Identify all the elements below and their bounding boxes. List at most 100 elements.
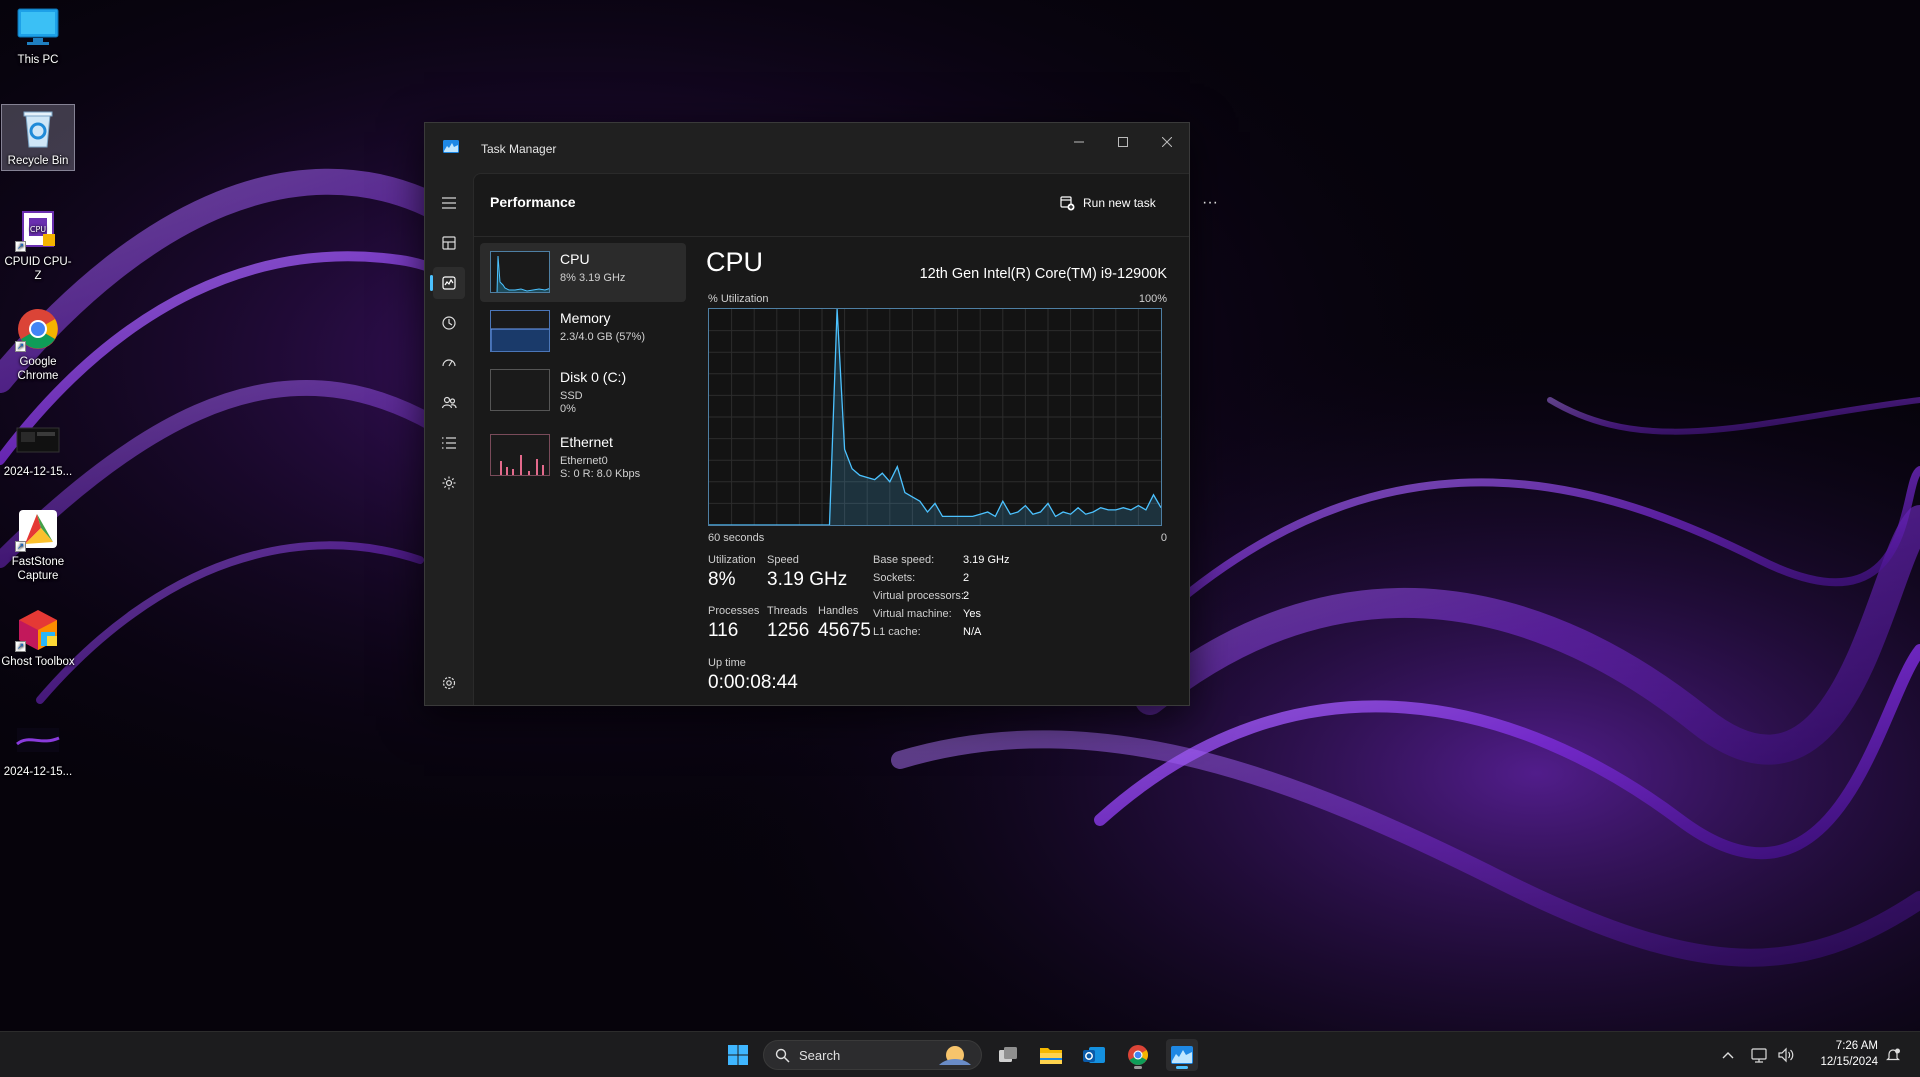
network-status-button[interactable] — [1748, 1039, 1772, 1071]
system-clock[interactable]: 7:26 AM 12/15/2024 — [1820, 1038, 1878, 1070]
desktop-icon-label: Ghost Toolbox — [1, 656, 75, 668]
task-view-button[interactable] — [992, 1039, 1024, 1071]
list-icon — [442, 437, 456, 449]
shortcut-arrow-icon: ↗ — [15, 341, 26, 352]
memory-thumbnail-graph — [490, 310, 550, 352]
chrome-icon — [1128, 1045, 1148, 1065]
task-view-icon — [999, 1047, 1017, 1062]
nav-details[interactable] — [433, 427, 465, 459]
navigation-rail — [425, 173, 473, 705]
start-button[interactable] — [722, 1039, 754, 1071]
spec-value: Yes — [963, 608, 981, 620]
nav-app-history[interactable] — [433, 307, 465, 339]
nav-performance[interactable] — [430, 267, 465, 299]
handles-label: Handles — [818, 605, 859, 617]
utilization-axis-label: % Utilization — [708, 293, 769, 305]
perf-item-name: Disk 0 (C:) — [560, 369, 627, 385]
desktop-icon-recycle-bin[interactable]: Recycle Bin — [1, 104, 75, 171]
cpu-model-name: 12th Gen Intel(R) Core(TM) i9-12900K — [919, 266, 1167, 282]
desktop-icon-screenshot-file[interactable]: 2024-12-15... — [1, 416, 75, 479]
utilization-label: Utilization — [708, 554, 756, 566]
desktop-icon-label: This PC — [17, 54, 59, 66]
window-title: Task Manager — [481, 142, 557, 156]
ghost-toolbox-icon: ↗ — [15, 606, 61, 652]
shortcut-arrow-icon: ↗ — [15, 241, 26, 252]
chrome-taskbar-button[interactable] — [1122, 1039, 1154, 1071]
spec-key: L1 cache: — [873, 626, 921, 638]
faststone-capture-icon: ↗ — [15, 506, 61, 552]
cpu-thumbnail-graph — [490, 251, 550, 293]
menu-toggle-button[interactable] — [433, 187, 465, 219]
desktop-icon-wallpaper-file[interactable]: 2024-12-15... — [1, 716, 75, 779]
perf-item-cpu[interactable]: CPU 8% 3.19 GHz — [480, 243, 686, 302]
nav-users[interactable] — [433, 387, 465, 419]
close-button[interactable] — [1145, 129, 1189, 155]
desktop-icon-label: Google Chrome — [17, 356, 59, 382]
time-window-label: 60 seconds — [708, 532, 765, 544]
desktop-icon-label: 2024-12-15... — [3, 766, 73, 778]
perf-item-ethernet[interactable]: Ethernet Ethernet0 S: 0 R: 8.0 Kbps — [480, 426, 686, 485]
image-thumbnail-icon — [15, 416, 61, 462]
minimize-button[interactable] — [1057, 129, 1101, 155]
desktop-icon-ghost-toolbox[interactable]: ↗ Ghost Toolbox — [1, 606, 75, 669]
run-task-icon — [1060, 195, 1075, 210]
time-now-label: 0 — [1160, 532, 1167, 544]
perf-item-memory[interactable]: Memory 2.3/4.0 GB (57%) — [480, 302, 686, 361]
more-options-icon: ··· — [1202, 194, 1218, 211]
maximize-button[interactable] — [1101, 129, 1145, 155]
nav-services[interactable] — [433, 467, 465, 499]
minimize-icon — [1074, 141, 1084, 143]
running-indicator — [1134, 1066, 1142, 1069]
speedometer-icon — [442, 359, 456, 367]
services-gear-icon — [442, 476, 456, 490]
desktop-icon-faststone-capture[interactable]: ↗ FastStone Capture — [1, 506, 75, 583]
handles-value: 45675 — [818, 620, 871, 641]
content-area: Performance Run new task ··· CPU 8% 3.19… — [473, 173, 1218, 705]
nav-processes[interactable] — [433, 227, 465, 259]
task-manager-taskbar-button[interactable] — [1166, 1039, 1198, 1071]
spec-value: N/A — [963, 626, 982, 638]
notifications-button[interactable] — [1878, 1039, 1908, 1071]
taskbar-search-box[interactable]: Search — [763, 1040, 982, 1070]
ethernet-thumbnail-graph — [490, 434, 550, 476]
perf-item-detail: SSD — [560, 390, 583, 402]
processes-icon — [442, 236, 456, 250]
notification-bell-icon — [1886, 1048, 1900, 1061]
desktop-icon-label: CPUID CPU-Z — [4, 256, 72, 282]
spec-value: 2 — [963, 572, 970, 584]
nav-startup-apps[interactable] — [433, 347, 465, 379]
task-manager-icon — [443, 140, 459, 153]
settings-gear-icon — [442, 676, 456, 690]
active-indicator — [1176, 1066, 1188, 1069]
desktop-icon-label: 2024-12-15... — [3, 466, 73, 478]
run-new-task-button[interactable]: Run new task — [1054, 188, 1162, 218]
svg-text:CPU: CPU — [30, 225, 46, 234]
perf-item-usage: 0% — [560, 403, 576, 415]
perf-item-disk[interactable]: Disk 0 (C:) SSD 0% — [480, 361, 686, 420]
perf-item-detail: 2.3/4.0 GB (57%) — [560, 331, 645, 343]
spec-key: Base speed: — [873, 554, 935, 566]
desktop-icon-this-pc[interactable]: This PC — [1, 4, 75, 67]
file-explorer-button[interactable] — [1035, 1039, 1067, 1071]
desktop-icon-google-chrome[interactable]: ↗ Google Chrome — [1, 306, 75, 383]
spec-value: 2 — [963, 590, 970, 602]
title-bar[interactable]: Task Manager — [425, 123, 1189, 173]
spec-value: 3.19 GHz — [963, 554, 1010, 566]
clock-time: 7:26 AM — [1835, 1040, 1878, 1052]
outlook-icon — [1083, 1047, 1105, 1063]
history-icon — [442, 316, 456, 330]
volume-button[interactable] — [1774, 1039, 1798, 1071]
perf-item-detail: Ethernet0 — [560, 455, 608, 467]
cpu-z-icon: CPU ↗ — [15, 206, 61, 252]
desktop-icon-label: Recycle Bin — [7, 155, 69, 167]
desktop-icon-cpuid-cpu-z[interactable]: CPU ↗ CPUID CPU-Z — [1, 206, 75, 283]
nav-settings[interactable] — [433, 667, 465, 699]
taskbar: Search 7:26 AM 12/15/2024 — [0, 1031, 1920, 1077]
clock-date: 12/15/2024 — [1820, 1056, 1878, 1068]
spec-key: Virtual processors: — [873, 590, 964, 602]
outlook-button[interactable] — [1078, 1039, 1110, 1071]
search-icon — [775, 1048, 790, 1063]
more-options-button[interactable]: ··· — [1194, 188, 1226, 218]
show-hidden-icons-button[interactable] — [1717, 1039, 1739, 1071]
uptime-label: Up time — [708, 657, 746, 669]
